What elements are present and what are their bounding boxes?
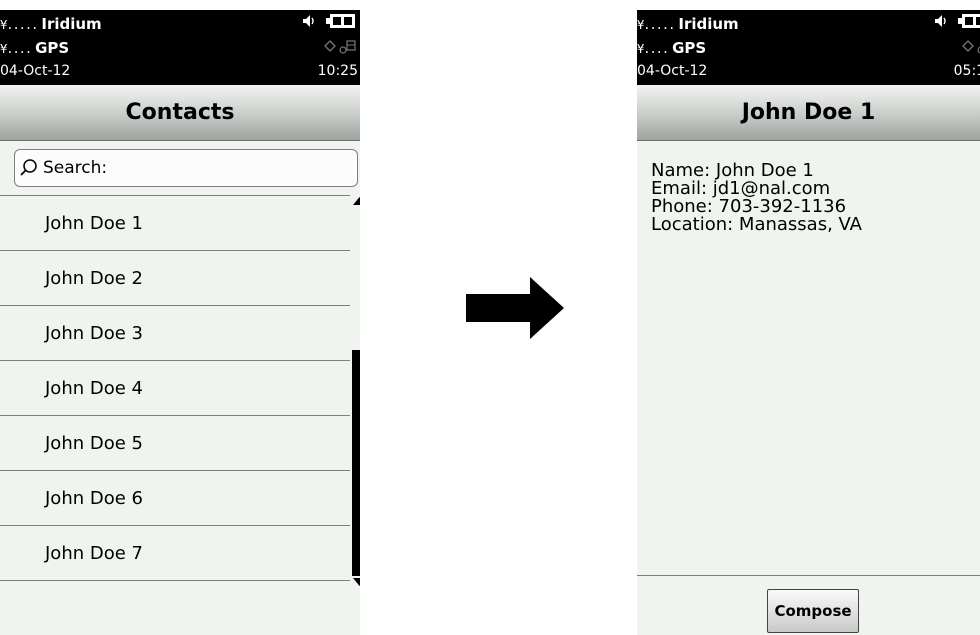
contact-name: John Doe 7	[45, 542, 143, 564]
satellite-icon	[324, 40, 356, 54]
search-label: Search:	[43, 158, 108, 178]
speaker-icon[interactable]	[302, 14, 316, 28]
contacts-screen: ¥.....Iridium ¥....GPS 04-Oct-12 10:25	[0, 10, 360, 635]
contact-details: Name: John Doe 1 Email: jd1@nal.com Phon…	[651, 162, 862, 234]
speaker-icon[interactable]	[934, 14, 948, 28]
list-item[interactable]: John Doe 6	[0, 471, 350, 526]
scrollbar[interactable]	[352, 196, 360, 587]
status-date: 04-Oct-12	[637, 63, 708, 79]
scroll-down-icon[interactable]	[352, 577, 360, 587]
gps-status: ¥.... GPS	[0, 39, 69, 58]
battery-icon	[958, 14, 980, 28]
status-icons	[934, 13, 980, 29]
compose-button[interactable]: Compose	[767, 589, 859, 633]
list-item[interactable]: John Doe 5	[0, 416, 350, 471]
scrollbar-thumb[interactable]	[352, 350, 360, 576]
list-item[interactable]: John Doe 2	[0, 251, 350, 306]
contact-name: John Doe 1	[45, 212, 143, 234]
bottom-bar: Compose	[637, 575, 980, 635]
iridium-status: ¥..... Iridium	[637, 15, 739, 34]
contacts-list: John Doe 1 John Doe 2 John Doe 3 John Do…	[0, 195, 350, 581]
status-time: 05:19	[953, 63, 980, 79]
gps-label: GPS	[672, 39, 707, 57]
contact-name: John Doe 2	[45, 267, 143, 289]
gps-label: GPS	[35, 39, 70, 57]
iridium-signal: ¥.....	[0, 18, 38, 32]
iridium-status: ¥..... Iridium	[0, 15, 102, 34]
contact-name: John Doe 6	[45, 487, 143, 509]
status-date: 04-Oct-12	[0, 63, 71, 79]
gps-status: ¥.... GPS	[637, 39, 706, 58]
status-bar: ¥.....Iridium ¥....GPS 04-Oct-12 05:19	[637, 10, 980, 85]
arrow-right-icon	[466, 277, 564, 339]
search-icon	[20, 159, 37, 176]
search-input[interactable]: Search:	[14, 149, 358, 187]
gps-signal: ¥....	[0, 42, 32, 56]
contact-detail-screen: ¥.....Iridium ¥....GPS 04-Oct-12 05:19	[637, 10, 980, 635]
contact-name: John Doe 5	[45, 432, 143, 454]
scroll-up-icon[interactable]	[352, 196, 360, 206]
contact-name: John Doe 3	[45, 322, 143, 344]
satellite-icon	[962, 40, 980, 54]
list-item[interactable]: John Doe 1	[0, 196, 350, 251]
iridium-label: Iridium	[678, 15, 739, 33]
list-item[interactable]: John Doe 4	[0, 361, 350, 416]
status-icons	[302, 13, 356, 29]
status-bar: ¥..... Iridium ¥.... GPS 04-Oct-12 10:25	[0, 10, 360, 85]
iridium-signal: ¥.....	[637, 18, 675, 32]
iridium-label: Iridium	[41, 15, 102, 33]
contact-location-field: Location: Manassas, VA	[651, 214, 862, 235]
list-item[interactable]: John Doe 7	[0, 526, 350, 581]
contact-name: John Doe 4	[45, 377, 143, 399]
battery-icon	[326, 14, 355, 28]
page-title: Contacts	[0, 85, 360, 141]
page-title: John Doe 1	[637, 85, 980, 141]
gps-signal: ¥....	[637, 42, 669, 56]
status-time: 10:25	[317, 63, 358, 79]
list-item[interactable]: John Doe 3	[0, 306, 350, 361]
